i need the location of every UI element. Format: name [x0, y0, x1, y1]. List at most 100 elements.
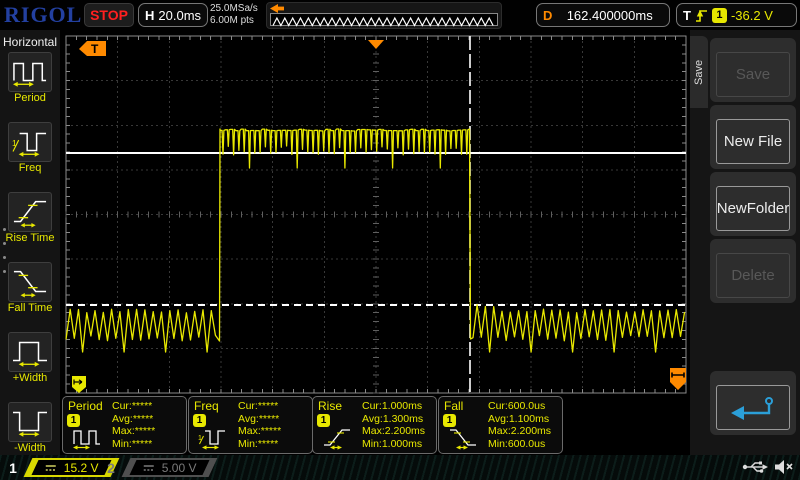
new-file-button-label: New File — [716, 119, 790, 164]
measurement-name: Freq — [194, 399, 219, 413]
measurement-min: Min:600.0us — [488, 438, 558, 451]
measurement-max: Max:2.200ms — [488, 425, 558, 438]
measurement-max: Max:2.200ms — [362, 425, 432, 438]
save-menu-sidebar: Save Save New File NewFolder Delete — [690, 30, 800, 455]
measurement-box-fall[interactable]: Fall 1 Cur:600.0us Avg:1.100ms Max:2.200… — [438, 396, 563, 454]
measurement-min: Min:***** — [238, 438, 308, 451]
acquisition-info: 25.0MSa/s 6.00M pts — [210, 3, 258, 27]
pos-width-icon — [11, 335, 49, 369]
measurement-name: Period — [68, 399, 103, 413]
sidebar-item-rise-time[interactable]: Rise Time — [0, 192, 60, 259]
channel-1-tab[interactable]: 1 15.2 V — [4, 457, 115, 478]
top-status-bar: RIGOL STOP H 20.0ms 25.0MSa/s 6.00M pts … — [0, 0, 800, 30]
sidebar-item-period[interactable]: Period — [0, 52, 60, 119]
menu-tab-save: Save — [690, 36, 708, 108]
usb-icon — [742, 459, 768, 475]
channel-number: 1 — [4, 460, 22, 476]
sidebar-item-label: Freq — [0, 162, 60, 175]
measurement-box-freq[interactable]: Freq 1 1 Cur:***** Avg:***** Max:***** M… — [188, 396, 313, 454]
freq-icon: 1 — [198, 426, 228, 450]
period-icon — [11, 55, 49, 89]
measurement-cur: Cur:600.0us — [488, 400, 558, 413]
measurement-avg: Avg:***** — [112, 413, 182, 426]
measurement-cur: Cur:***** — [238, 400, 308, 413]
dc-coupling-icon — [44, 463, 58, 473]
sidebar-item-fall-time[interactable]: Fall Time — [0, 262, 60, 329]
measurement-max: Max:***** — [238, 425, 308, 438]
neg-width-icon — [11, 405, 49, 439]
channel-2-tab[interactable]: 2 5.00 V — [102, 457, 213, 478]
fall-time-icon — [11, 265, 49, 299]
measurement-min: Min:***** — [112, 438, 182, 451]
trigger-source-badge: 1 — [712, 8, 727, 23]
measurement-name: Fall — [444, 399, 463, 413]
rising-edge-icon — [695, 7, 708, 24]
trigger-box: T 1 -36.2 V — [676, 3, 797, 27]
return-arrow-icon — [725, 394, 781, 422]
channel-status-bar: 1 15.2 V 2 5.00 V — [0, 455, 800, 480]
trigger-time-marker: T — [79, 41, 106, 56]
sidebar-item-label: Fall Time — [0, 302, 60, 315]
memory-window-arrow-icon — [269, 4, 285, 13]
ch1-ground-marker — [72, 376, 86, 393]
measurement-avg: Avg:1.100ms — [488, 413, 558, 426]
fall-time-icon — [448, 426, 478, 450]
waveform-display: T Period 1 Cur:** — [60, 30, 690, 455]
d-label: D — [543, 8, 552, 23]
measure-category-title: Horizontal — [0, 30, 60, 49]
rise-time-icon — [322, 426, 352, 450]
sample-rate: 25.0MSa/s — [210, 3, 258, 15]
new-folder-button-label: NewFolder — [716, 186, 790, 231]
sidebar-item-freq[interactable]: 1 Freq — [0, 122, 60, 189]
svg-text:T: T — [91, 42, 99, 56]
trigger-level-value: -36.2 V — [731, 8, 773, 23]
sidebar-item-label: -Width — [0, 442, 60, 455]
memory-depth: 6.00M pts — [210, 15, 258, 27]
trigger-level-marker — [670, 368, 686, 390]
delete-button[interactable]: Delete — [710, 239, 796, 303]
trigger-position-marker — [368, 40, 384, 49]
speaker-muted-icon — [774, 459, 794, 475]
horizontal-scale-box: H 20.0ms — [138, 3, 208, 27]
sidebar-item-label: +Width — [0, 372, 60, 385]
delay-box: D 162.400000ms — [536, 3, 670, 27]
measurement-cur: Cur:***** — [112, 400, 182, 413]
channel-number: 2 — [102, 460, 120, 476]
back-button[interactable] — [710, 371, 796, 435]
measurement-min: Min:1.000ms — [362, 438, 432, 451]
new-folder-button[interactable]: NewFolder — [710, 172, 796, 236]
period-icon — [72, 426, 102, 450]
rise-time-icon — [11, 195, 49, 229]
run-state-indicator[interactable]: STOP — [84, 3, 134, 27]
sidebar-item-pos-width[interactable]: +Width — [0, 332, 60, 399]
measurement-name: Rise — [318, 399, 342, 413]
new-file-button[interactable]: New File — [710, 105, 796, 169]
channel-scale: 15.2 V — [64, 461, 99, 475]
t-label: T — [683, 8, 691, 23]
memory-position-bar — [266, 2, 502, 29]
freq-icon: 1 — [11, 125, 49, 159]
oscilloscope-screen: RIGOL STOP H 20.0ms 25.0MSa/s 6.00M pts … — [0, 0, 800, 480]
h-label: H — [145, 8, 154, 23]
measurement-cur: Cur:1.000ms — [362, 400, 432, 413]
sidebar-item-label: Period — [0, 92, 60, 105]
measurement-box-rise[interactable]: Rise 1 Cur:1.000ms Avg:1.300ms Max:2.200… — [312, 396, 437, 454]
save-button-label: Save — [716, 52, 790, 97]
save-button[interactable]: Save — [710, 38, 796, 102]
delay-value: 162.400000ms — [556, 8, 663, 23]
measurement-max: Max:***** — [112, 425, 182, 438]
timebase-value: 20.0ms — [158, 8, 201, 23]
measure-sidebar: Horizontal Period 1 Freq — [0, 30, 60, 455]
measurement-avg: Avg:***** — [238, 413, 308, 426]
measurement-box-period[interactable]: Period 1 Cur:***** Avg:***** Max:***** M… — [62, 396, 187, 454]
menu-page-indicator — [3, 228, 6, 284]
measurement-avg: Avg:1.300ms — [362, 413, 432, 426]
delete-button-label: Delete — [716, 253, 790, 298]
sidebar-item-label: Rise Time — [0, 232, 60, 245]
ch1-waveform-trace — [66, 129, 685, 352]
channel-scale: 5.00 V — [162, 461, 197, 475]
memory-waveform-preview — [270, 13, 498, 26]
rigol-logo: RIGOL — [4, 2, 82, 28]
graticule: T — [60, 30, 690, 396]
svg-text:1: 1 — [12, 138, 17, 148]
